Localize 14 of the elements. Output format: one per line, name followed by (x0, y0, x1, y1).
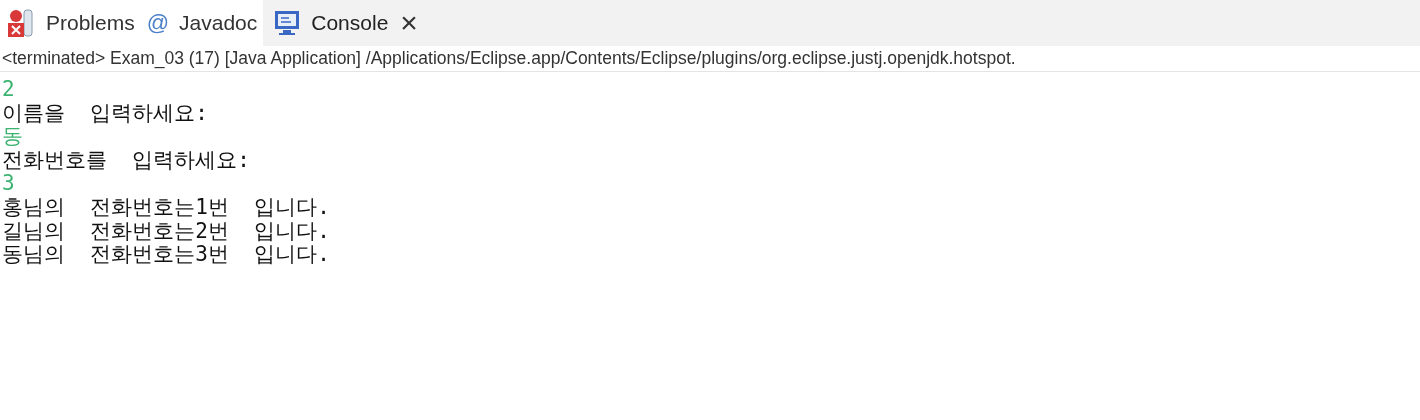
tab[interactable]: Console × (263, 0, 428, 46)
output-line: 홍님의 전화번호는1번 입니다. (2, 195, 330, 220)
close-icon[interactable]: × (400, 8, 418, 38)
input-line: 2 (2, 78, 15, 102)
output-line: 전화번호를 입력하세요: (2, 148, 250, 173)
input-line: 동 (2, 125, 23, 149)
monitor-icon (273, 9, 302, 37)
status-line: <terminated> Exam_03 (17) [Java Application] /Applications/Eclipse.app/Contents/Eclipse/plugins/org.eclipse.justj.openjdk.hotspot. (0, 46, 1420, 72)
input-line: 3 (2, 172, 15, 196)
output-line: 이름을 입력하세요: (2, 101, 208, 126)
at-sign-icon: @ (146, 12, 170, 34)
problems-icon (6, 7, 36, 39)
output-line: 동님의 전화번호는3번 입니다. (2, 243, 330, 267)
output-line: 길님의 전화번호는2번 입니다. (2, 219, 330, 244)
